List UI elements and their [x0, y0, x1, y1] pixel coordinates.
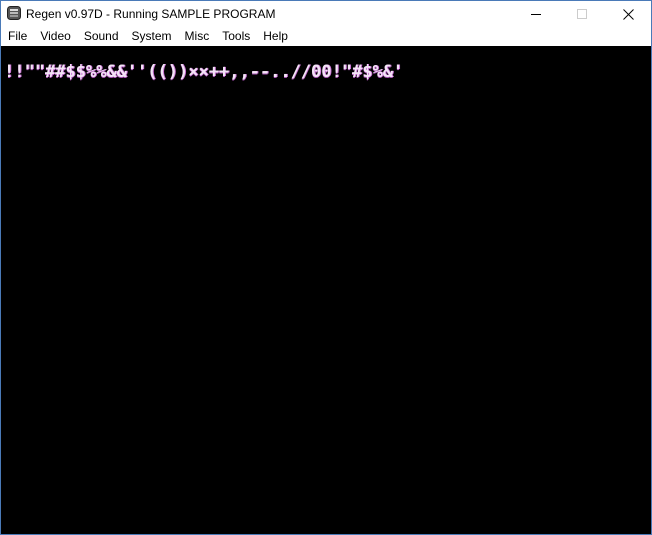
menu-file[interactable]: File [1, 27, 33, 46]
close-icon [622, 8, 634, 20]
screen-text-line: !!""##$$%%&&''(())××++,,--..//00!"#$%&' [4, 62, 404, 82]
menu-system[interactable]: System [125, 27, 178, 46]
maximize-icon [577, 9, 587, 19]
menu-sound[interactable]: Sound [77, 27, 125, 46]
maximize-button[interactable] [559, 1, 605, 27]
title-bar[interactable]: Regen v0.97D - Running SAMPLE PROGRAM [1, 1, 651, 27]
window-title: Regen v0.97D - Running SAMPLE PROGRAM [26, 7, 276, 21]
menu-help[interactable]: Help [256, 27, 294, 46]
regen-app-icon[interactable] [7, 6, 21, 20]
minimize-button[interactable] [513, 1, 559, 27]
menu-misc[interactable]: Misc [178, 27, 216, 46]
emulator-screen[interactable]: !!""##$$%%&&''(())××++,,--..//00!"#$%&' [1, 46, 651, 534]
menu-video[interactable]: Video [33, 27, 76, 46]
app-window: Regen v0.97D - Running SAMPLE PROGRAM Fi… [0, 0, 652, 535]
close-button[interactable] [605, 1, 651, 27]
minimize-icon [531, 14, 541, 15]
menu-tools[interactable]: Tools [215, 27, 256, 46]
menu-bar: File Video Sound System Misc Tools Help [1, 27, 651, 46]
